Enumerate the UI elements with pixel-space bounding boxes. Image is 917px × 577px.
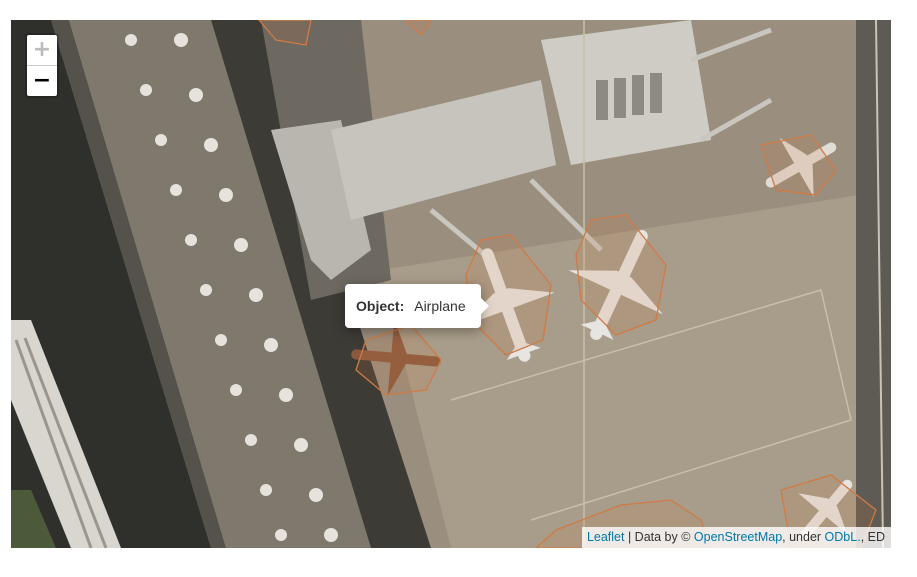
attribution: Leaflet | Data by © OpenStreetMap, under… xyxy=(581,527,891,548)
odbl-link[interactable]: ODbL. xyxy=(825,530,861,544)
osm-link[interactable]: OpenStreetMap xyxy=(694,530,782,544)
popup-key: Object: xyxy=(356,298,405,314)
object-popup[interactable]: Object: Airplane xyxy=(345,284,489,328)
popup-value: Airplane xyxy=(414,298,466,314)
perimeter-road xyxy=(856,20,891,548)
leaflet-link[interactable]: Leaflet xyxy=(587,530,625,544)
map-container[interactable]: + − Object: Airplane Leaflet | Data by ©… xyxy=(11,20,891,548)
zoom-out-button[interactable]: − xyxy=(27,66,57,96)
zoom-control: + − xyxy=(25,33,59,98)
attribution-tail: , ED xyxy=(860,530,885,544)
zoom-in-button[interactable]: + xyxy=(27,35,57,66)
attribution-sep: | Data by © xyxy=(624,530,694,544)
attribution-under: , under xyxy=(782,530,825,544)
